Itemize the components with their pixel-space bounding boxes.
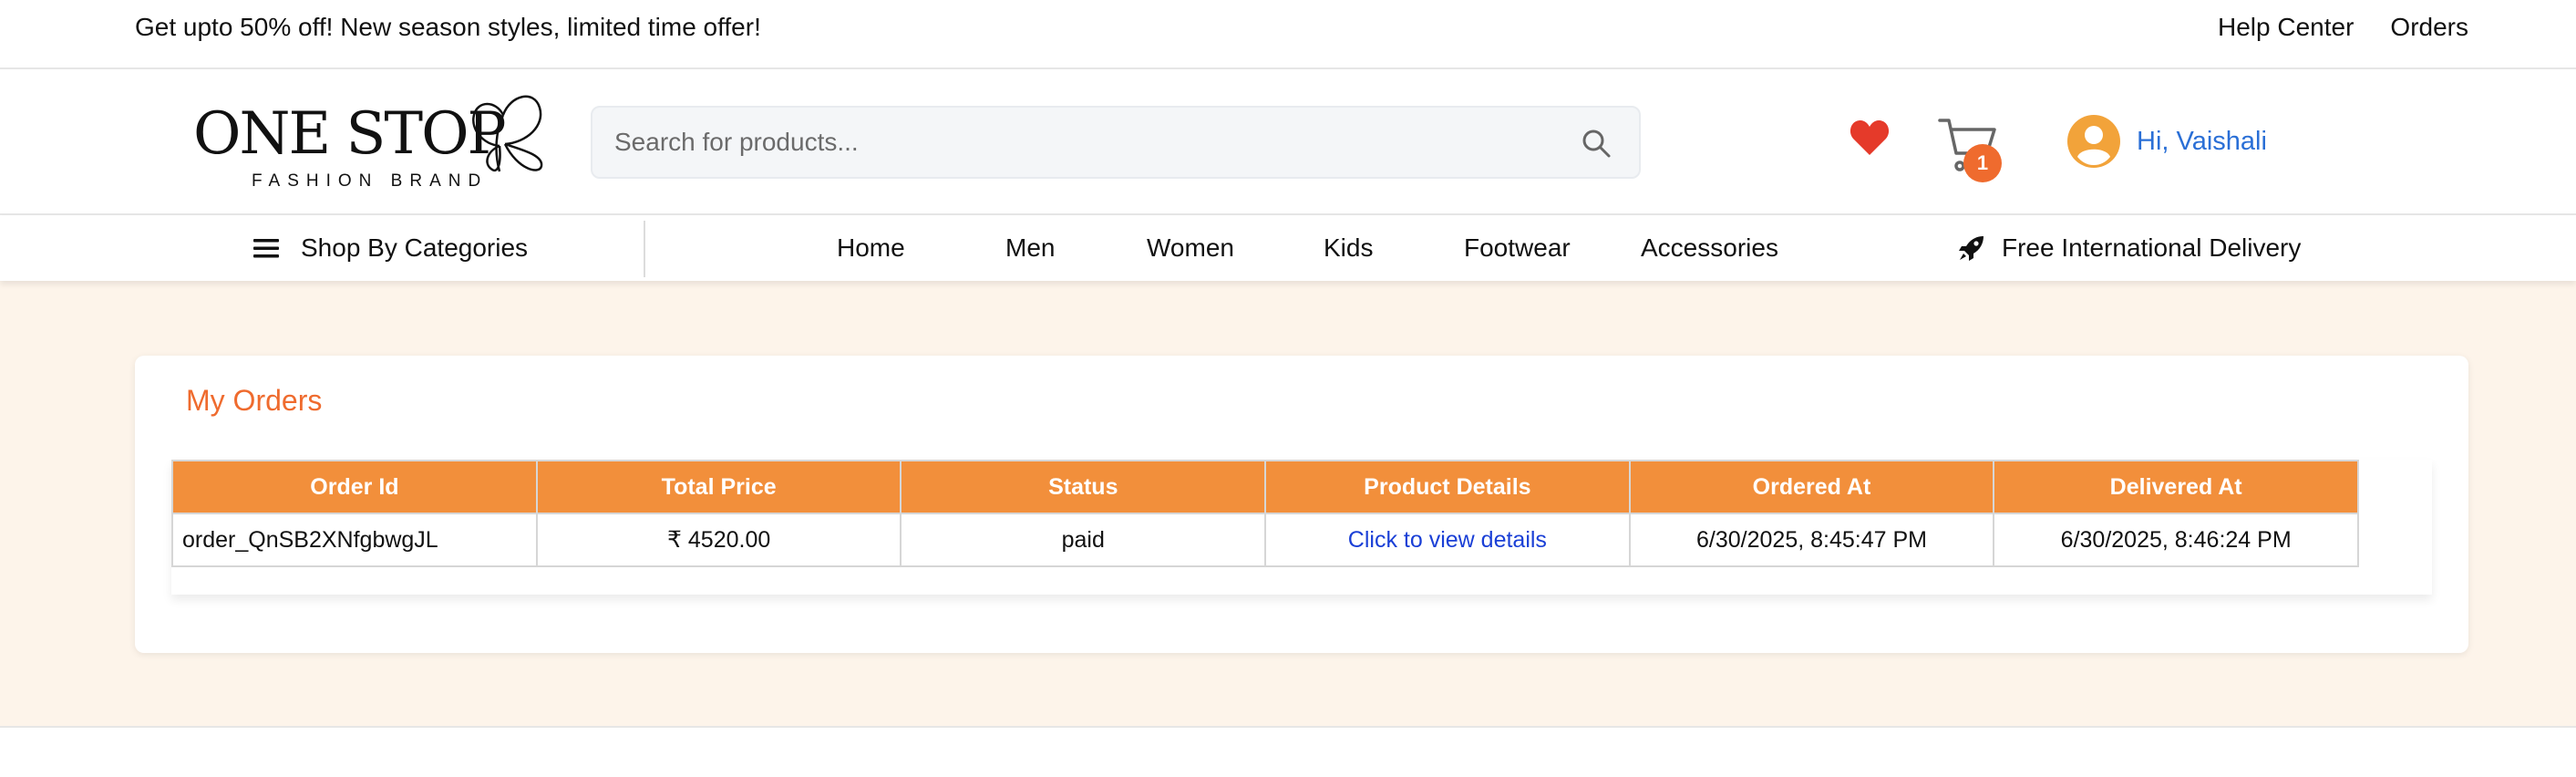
- column-header-order-id: Order Id: [171, 460, 538, 514]
- search-input[interactable]: [614, 108, 1526, 177]
- column-header-delivered-at: Delivered At: [1993, 460, 2359, 514]
- search-icon[interactable]: [1581, 128, 1612, 159]
- categories-label: Shop By Categories: [301, 233, 529, 262]
- column-header-status: Status: [900, 460, 1267, 514]
- column-header-total-price: Total Price: [535, 460, 902, 514]
- shop-by-categories-button[interactable]: Shop By Categories: [252, 233, 528, 263]
- rocket-icon: [1959, 236, 1984, 261]
- orders-card: My Orders Order Id Total Price Status Pr…: [135, 356, 2468, 653]
- page-title: My Orders: [186, 384, 323, 417]
- cart-count-badge: 1: [1963, 144, 2002, 182]
- page-content: My Orders Order Id Total Price Status Pr…: [0, 281, 2576, 728]
- butterfly-icon: [472, 95, 543, 172]
- orders-table-container: Order Id Total Price Status Product Deta…: [171, 460, 2432, 595]
- delivery-banner: Free International Delivery: [1958, 233, 2301, 263]
- nav-footwear[interactable]: Footwear: [1464, 233, 1571, 263]
- ordered-at-cell: 6/30/2025, 8:45:47 PM: [1628, 513, 1995, 567]
- column-header-ordered-at: Ordered At: [1628, 460, 1995, 514]
- user-greeting[interactable]: Hi, Vaishali: [2137, 126, 2267, 157]
- delivered-at-cell: 6/30/2025, 8:46:24 PM: [1993, 513, 2359, 567]
- promo-text: Get upto 50% off! New season styles, lim…: [135, 13, 761, 41]
- column-header-product-details: Product Details: [1264, 460, 1631, 514]
- delivery-text: Free International Delivery: [2002, 233, 2302, 262]
- table-row: order_QnSB2XNfgbwgJL ₹ 4520.00 paid Clic…: [171, 513, 2359, 567]
- help-center-link[interactable]: Help Center: [2218, 13, 2354, 42]
- nav-home[interactable]: Home: [837, 233, 905, 263]
- product-details-cell: Click to view details: [1264, 513, 1631, 567]
- status-cell: paid: [900, 513, 1267, 567]
- promo-bar: Get upto 50% off! New season styles, lim…: [0, 0, 2576, 69]
- table-header-row: Order Id Total Price Status Product Deta…: [171, 460, 2359, 514]
- logo-title: ONE STOP: [193, 100, 507, 168]
- nav-accessories[interactable]: Accessories: [1641, 233, 1778, 263]
- search-bar: [591, 106, 1641, 179]
- nav-men[interactable]: Men: [1005, 233, 1055, 263]
- nav-kids[interactable]: Kids: [1324, 233, 1373, 263]
- total-price-cell: ₹ 4520.00: [535, 513, 902, 567]
- nav-divider: [644, 221, 645, 277]
- heart-icon[interactable]: [1849, 119, 1891, 157]
- view-details-link[interactable]: Click to view details: [1348, 527, 1547, 553]
- top-links: Help Center Orders: [2218, 13, 2468, 42]
- logo-subtitle: FASHION BRAND: [252, 171, 489, 191]
- nav-women[interactable]: Women: [1147, 233, 1234, 263]
- brand-logo[interactable]: ONE STOP FASHION BRAND: [193, 82, 549, 201]
- menu-icon: [253, 239, 279, 258]
- main-nav: Shop By Categories Home Men Women Kids F…: [0, 215, 2576, 281]
- orders-link[interactable]: Orders: [2390, 13, 2468, 42]
- order-id-cell: order_QnSB2XNfgbwgJL: [171, 513, 538, 567]
- orders-table: Order Id Total Price Status Product Deta…: [171, 460, 2359, 567]
- site-header: ONE STOP FASHION BRAND 1 Hi, Vaishali: [0, 69, 2576, 215]
- user-avatar-icon[interactable]: [2067, 115, 2120, 168]
